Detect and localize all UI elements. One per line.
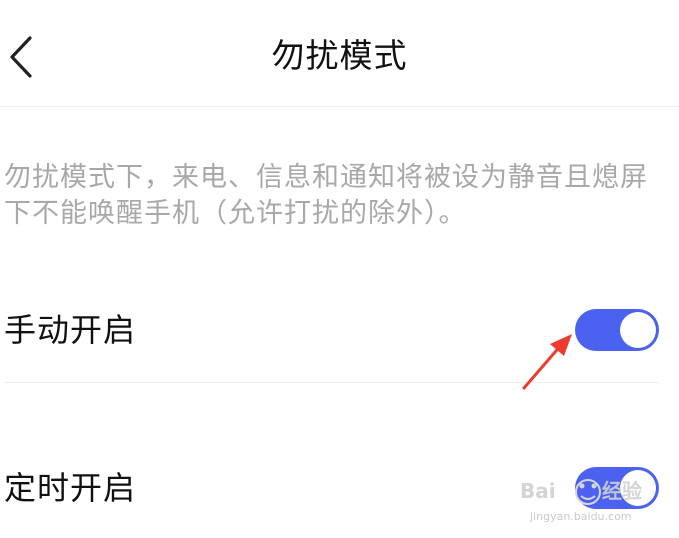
- watermark-url: jingyan.baidu.com: [530, 510, 632, 523]
- mode-description: 勿扰模式下，来电、信息和通知将被设为静音且熄屏下不能唤醒手机（允许打扰的除外）。: [4, 162, 648, 229]
- toggle-knob: [620, 312, 656, 348]
- svg-text:经验: 经验: [602, 479, 642, 503]
- top-bar: 勿扰模式: [0, 0, 679, 107]
- setting-label-scheduled: 定时开启: [4, 469, 137, 507]
- manual-toggle-switch[interactable]: [575, 309, 659, 351]
- svg-text:Bai: Bai: [520, 479, 556, 503]
- setting-label-manual: 手动开启: [4, 311, 137, 349]
- page-title: 勿扰模式: [271, 36, 408, 75]
- annotation-arrow-icon: [522, 334, 572, 390]
